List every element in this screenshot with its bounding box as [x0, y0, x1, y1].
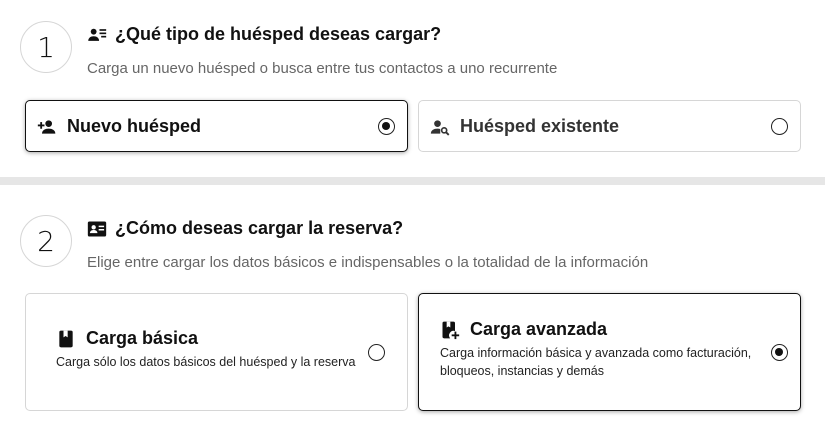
basic-load-radio[interactable] [368, 344, 385, 361]
advanced-load-radio[interactable] [771, 344, 788, 361]
guest-type-title-text: ¿Qué tipo de huésped deseas cargar? [115, 24, 442, 44]
reservation-load-subtitle: Elige entre cargar los datos básicos e i… [87, 254, 649, 271]
book-add-icon [442, 321, 460, 339]
basic-load-header: Carga básica [56, 328, 198, 349]
advanced-load-description: Carga información básica y avanzada como… [440, 346, 752, 378]
advanced-load-header: Carga avanzada [440, 319, 607, 340]
contact-card-icon [87, 221, 107, 236]
existing-guest-label: Huésped existente [460, 116, 620, 136]
new-guest-label: Nuevo huésped [67, 116, 202, 136]
basic-load-description: Carga sólo los datos básicos del huésped… [56, 355, 356, 369]
step-number-1: 1 [20, 21, 72, 73]
reservation-load-section: 2 ¿Cómo deseas cargar la reserva? Elige … [0, 185, 825, 429]
advanced-load-label: Carga avanzada [470, 319, 608, 339]
guest-type-section: 1 ¿Qué tipo de huésped deseas cargar? Ca… [0, 0, 825, 177]
new-guest-option[interactable]: Nuevo huésped [25, 100, 408, 152]
person-list-icon [88, 28, 107, 41]
new-guest-radio[interactable] [378, 118, 395, 135]
book-icon [59, 330, 73, 347]
advanced-load-option[interactable]: Carga avanzada Carga información básica … [418, 293, 801, 411]
reservation-load-title: ¿Cómo deseas cargar la reserva? [87, 218, 403, 239]
guest-type-subtitle: Carga un nuevo huésped o busca entre tus… [87, 60, 558, 77]
reservation-load-title-text: ¿Cómo deseas cargar la reserva? [115, 218, 404, 238]
existing-guest-option[interactable]: Huésped existente [418, 100, 801, 152]
basic-load-label: Carga básica [86, 328, 199, 348]
section-divider [0, 177, 825, 185]
basic-load-option[interactable]: Carga básica Carga sólo los datos básico… [25, 293, 408, 411]
guest-type-title: ¿Qué tipo de huésped deseas cargar? [87, 24, 441, 45]
step-number-2: 2 [20, 215, 72, 267]
person-search-icon [430, 120, 450, 136]
existing-guest-radio[interactable] [771, 118, 788, 135]
person-add-icon [37, 120, 56, 134]
